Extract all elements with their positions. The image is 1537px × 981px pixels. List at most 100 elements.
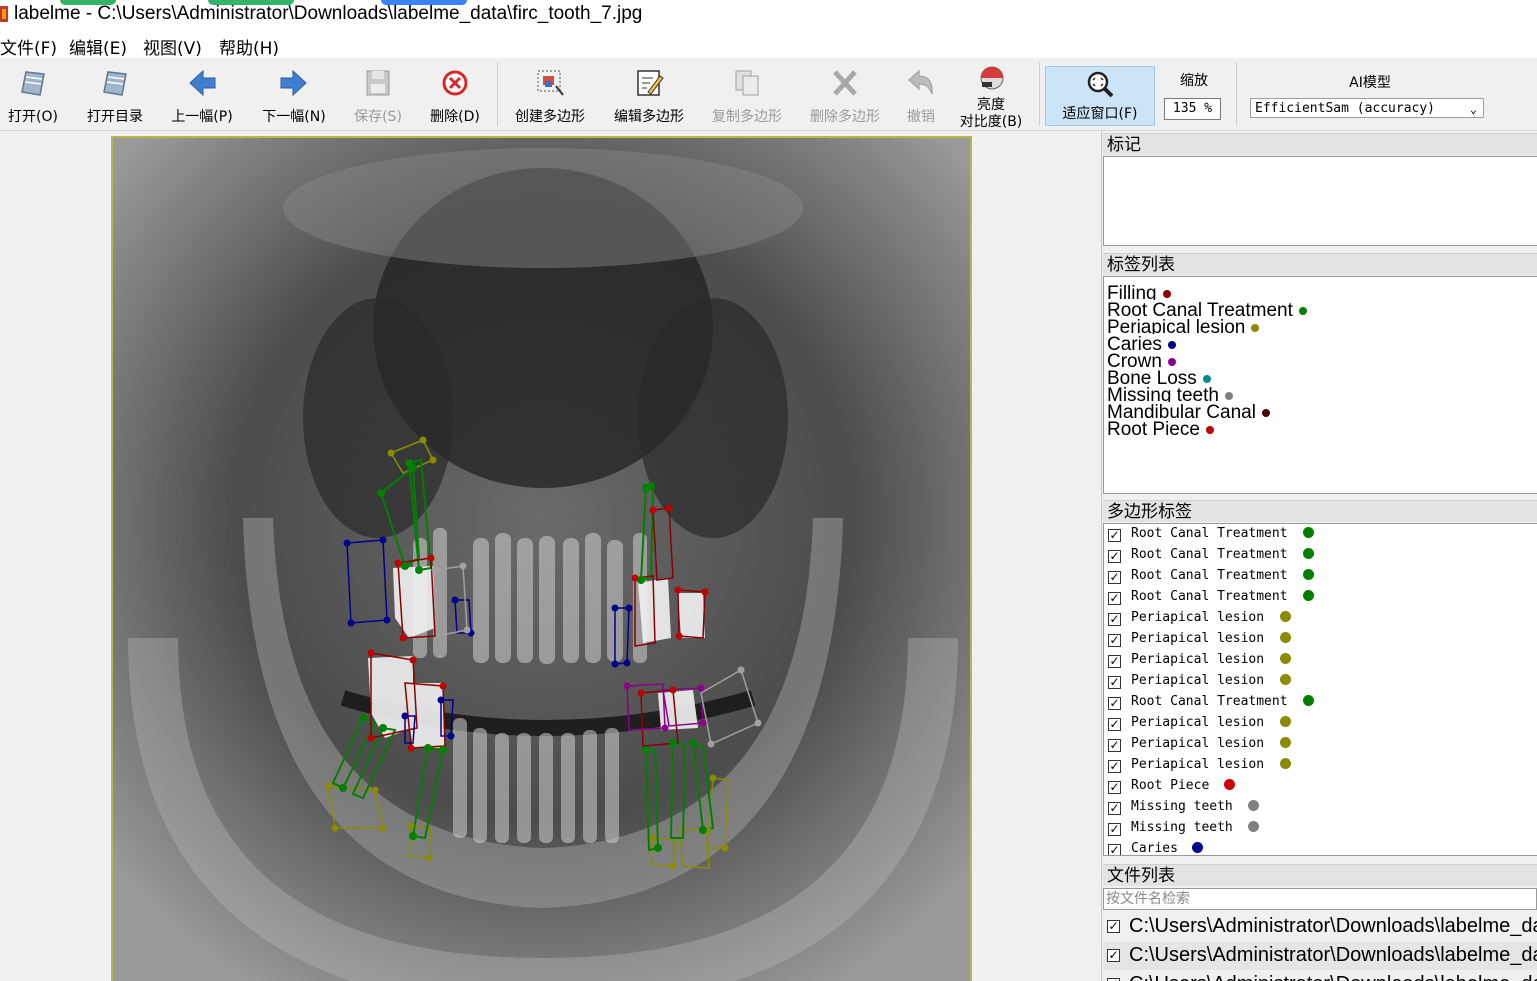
label-item-mandibular-canal[interactable]: Mandibular Canal [1107,402,1270,419]
menu-file[interactable]: 文件(F) [0,34,57,59]
polygon-color-dot [1280,611,1291,622]
create-polygon-button[interactable]: 创建多边形 [508,64,592,126]
label-item-missing-teeth[interactable]: Missing teeth [1107,385,1233,402]
polygon-checkbox[interactable]: ✓ [1108,760,1121,773]
polygon-row[interactable]: ✓ Root Canal Treatment [1108,567,1528,588]
fit-window-button[interactable]: 适应窗口(F) [1045,66,1155,126]
file-search-input[interactable]: 按文件名检索 [1103,888,1537,910]
open-button[interactable]: 打开(O) [4,64,62,126]
polygon-checkbox[interactable]: ✓ [1108,718,1121,731]
toolbar-separator [1039,62,1040,126]
edit-pencil-icon [637,70,664,96]
polygon-label: Periapical lesion [1131,715,1265,730]
polygon-checkbox[interactable]: ✓ [1108,802,1121,815]
polygon-checkbox[interactable]: ✓ [1108,697,1121,710]
polygon-row[interactable]: ✓ Caries [1108,840,1528,855]
labels-panel-title: 标签列表 [1103,253,1537,275]
label-text: Bone Loss [1107,368,1197,385]
delete-file-label: 删除(D) [430,109,480,125]
flags-panel[interactable] [1103,156,1537,246]
copy-polygon-button[interactable]: 复制多边形 [704,64,790,126]
delete-polygon-button[interactable]: 删除多边形 [803,64,887,126]
open-dir-button[interactable]: 打开目录 [80,64,150,126]
polygon-checkbox[interactable]: ✓ [1108,655,1121,668]
label-text: Root Piece [1107,419,1200,436]
polygon-checkbox[interactable]: ✓ [1108,613,1121,626]
polygon-row[interactable]: ✓ Periapical lesion [1108,735,1528,756]
file-list-item[interactable]: ✓C:\Users\Administrator\Downloads\labelm… [1103,971,1537,981]
polygon-color-dot [1303,527,1314,538]
menu-help[interactable]: 帮助(H) [219,34,279,59]
polygon-row[interactable]: ✓ Periapical lesion [1108,714,1528,735]
polygon-row[interactable]: ✓ Periapical lesion [1108,672,1528,693]
ai-model-label: AI模型 [1349,75,1391,91]
polygons-panel-title: 多边形标签 [1103,500,1537,522]
polygon-row[interactable]: ✓ Root Piece [1108,777,1528,798]
label-item-filling[interactable]: Filling [1107,283,1171,300]
polygon-row[interactable]: ✓ Root Canal Treatment [1108,693,1528,714]
polygon-row[interactable]: ✓ Root Canal Treatment [1108,546,1528,567]
labelme-app-icon [0,6,8,22]
brightness-contrast-button[interactable]: 亮度 对比度(B) [955,64,1027,130]
polygon-label: Periapical lesion [1131,631,1265,646]
file-list-item[interactable]: ✓C:\Users\Administrator\Downloads\labelm… [1103,913,1537,941]
file-checkbox[interactable]: ✓ [1107,949,1120,962]
save-button[interactable]: 保存(S) [349,64,407,126]
label-item-periapical[interactable]: Periapical lesion [1107,317,1260,334]
save-disk-icon [366,70,390,96]
flags-panel-title: 标记 [1103,133,1537,155]
zoom-fit-icon [1087,71,1114,98]
file-list-item-selected[interactable]: ✓ C:\Users\Administrator\Downloads\labelm… [1103,942,1537,970]
menu-view[interactable]: 视图(V) [143,34,202,59]
polygon-label: Root Canal Treatment [1131,526,1288,541]
polygon-row[interactable]: ✓ Missing teeth [1108,819,1528,840]
file-path: C:\Users\Administrator\Downloads\labelme… [1129,944,1537,966]
polygon-row[interactable]: ✓ Periapical lesion [1108,756,1528,777]
undo-button[interactable]: 撤销 [899,64,943,126]
polygon-row[interactable]: ✓ Periapical lesion [1108,630,1528,651]
edit-polygon-button[interactable]: 编辑多边形 [606,64,692,126]
label-item-crown[interactable]: Crown [1107,351,1176,368]
brightness-label-line2: 对比度(B) [959,114,1023,130]
label-item-caries[interactable]: Caries [1107,334,1176,351]
next-image-label: 下一幅(N) [262,109,326,125]
polygon-checkbox[interactable]: ✓ [1108,781,1121,794]
polygon-checkbox[interactable]: ✓ [1108,529,1121,542]
edit-polygon-label: 编辑多边形 [614,109,684,125]
next-image-button[interactable]: 下一幅(N) [257,64,331,126]
polygon-color-dot [1280,737,1291,748]
label-item-root-canal[interactable]: Root Canal Treatment [1107,300,1307,317]
polygon-list-panel[interactable]: ✓ Root Canal Treatment ✓ Root Canal Treatm… [1103,523,1537,856]
label-item-root-piece[interactable]: Root Piece [1107,419,1214,436]
label-color-dot [1298,306,1307,315]
polygon-row[interactable]: ✓ Root Canal Treatment [1108,588,1528,609]
file-path: C:\Users\Administrator\Downloads\labelme… [1129,973,1537,981]
chevron-down-icon: ⌄ [1469,102,1477,116]
polygon-checkbox[interactable]: ✓ [1108,550,1121,563]
file-checkbox[interactable]: ✓ [1107,920,1120,933]
polygon-checkbox[interactable]: ✓ [1108,592,1121,605]
zoom-input[interactable]: 135 % [1164,98,1221,120]
prev-image-button[interactable]: 上一幅(P) [165,64,239,126]
polygon-row[interactable]: ✓ Periapical lesion [1108,609,1528,630]
undo-arrow-icon [908,69,933,95]
polygon-checkbox[interactable]: ✓ [1108,739,1121,752]
polygon-checkbox[interactable]: ✓ [1108,634,1121,647]
image-canvas[interactable] [0,131,1097,981]
label-item-bone-loss[interactable]: Bone Loss [1107,368,1211,385]
delete-file-button[interactable]: 删除(D) [426,64,484,126]
label-list-panel[interactable]: Filling Root Canal Treatment Periapical … [1103,276,1537,494]
polygon-color-dot [1224,779,1235,790]
xray-drawing [113,138,970,981]
menu-edit[interactable]: 编辑(E) [69,34,127,59]
polygon-checkbox[interactable]: ✓ [1108,571,1121,584]
polygon-checkbox[interactable]: ✓ [1108,823,1121,836]
polygon-checkbox[interactable]: ✓ [1108,844,1121,855]
polygon-row[interactable]: ✓ Missing teeth [1108,798,1528,819]
ai-model-select[interactable]: EfficientSam (accuracy) ⌄ [1250,98,1484,118]
polygon-row[interactable]: ✓ Periapical lesion [1108,651,1528,672]
polygon-checkbox[interactable]: ✓ [1108,676,1121,689]
xray-image[interactable] [111,136,972,981]
create-polygon-label: 创建多边形 [515,109,585,125]
polygon-row[interactable]: ✓ Root Canal Treatment [1108,525,1528,546]
